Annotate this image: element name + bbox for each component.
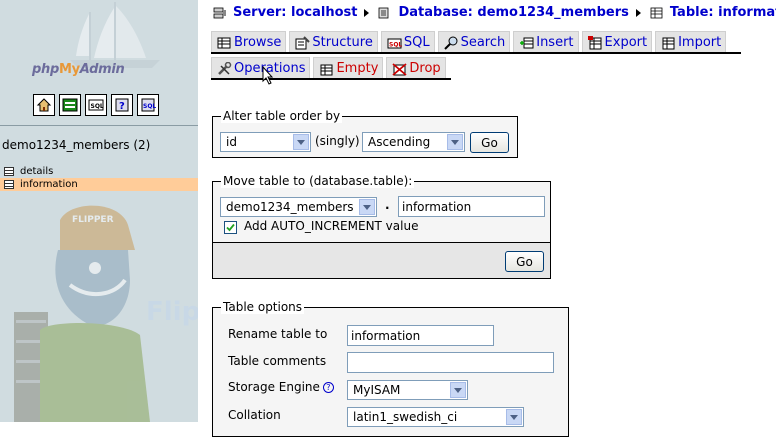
svg-text:SQL: SQL [91, 103, 104, 110]
collation-label: Collation [228, 408, 281, 422]
move-table-fieldset: Move table to (database.table): demo1234… [212, 174, 551, 243]
auto-increment-checkbox[interactable] [224, 221, 237, 234]
tab-search[interactable]: Search [437, 31, 511, 53]
svg-text:SQL: SQL [143, 103, 156, 110]
tab-underline [211, 52, 741, 54]
chevron-down-icon [293, 134, 309, 150]
tab-empty[interactable]: Empty [313, 57, 384, 79]
storage-engine-label: Storage Engine? [228, 380, 334, 394]
docs-icon[interactable]: ? [111, 94, 133, 116]
database-table-separator: . [385, 198, 390, 212]
target-database-select[interactable]: demo1234_members [220, 197, 377, 217]
empty-icon [320, 64, 333, 75]
table-tabs-row2: Operations Empty Drop [211, 57, 446, 79]
phpmyadmin-logo[interactable]: phpMyAdmin [32, 62, 125, 77]
tab-browse[interactable]: Browse [211, 31, 287, 53]
chevron-down-icon [447, 134, 463, 150]
server-icon [213, 7, 226, 18]
tab-underline [211, 78, 451, 80]
table-icon [4, 180, 14, 189]
order-direction-select[interactable]: Ascending [362, 132, 465, 152]
nav-divider [0, 125, 198, 126]
checkmark-icon [226, 223, 235, 232]
target-table-input[interactable]: information [398, 196, 545, 217]
mouse-cursor-icon [262, 66, 274, 85]
rename-table-label: Rename table to [228, 327, 328, 341]
move-table-legend: Move table to (database.table): [221, 174, 415, 188]
drop-icon [392, 62, 407, 76]
storage-engine-select[interactable]: MyISAM [347, 380, 468, 400]
tab-drop[interactable]: Drop [386, 57, 446, 79]
tab-export[interactable]: Export [581, 31, 653, 53]
database-link[interactable]: demo1234_members (2) [2, 138, 150, 152]
breadcrumb-table[interactable]: Table: information [650, 5, 776, 20]
table-tabs-row1: Browse Structure SQL SQL Search Insert E… [211, 31, 727, 53]
table-item-details[interactable]: details [0, 165, 198, 178]
sql-icon[interactable]: SQL [85, 94, 107, 116]
tab-import[interactable]: Import [655, 31, 727, 53]
database-icon [379, 7, 389, 18]
sql-docs-icon[interactable]: SQL [137, 94, 159, 116]
rename-table-input[interactable]: information [347, 325, 494, 346]
singly-label: (singly) [315, 134, 360, 148]
operations-icon [218, 61, 232, 75]
breadcrumb-database[interactable]: Database: demo1234_members [378, 5, 629, 20]
auto-increment-label[interactable]: Add AUTO_INCREMENT value [244, 219, 418, 233]
sql-icon: SQL [387, 38, 402, 48]
mascot-watermark-icon: FLIPPER FlipperHost [14, 205, 198, 422]
table-icon [650, 7, 663, 18]
tab-insert[interactable]: Insert [513, 31, 579, 53]
move-table-footer: Go [212, 242, 551, 279]
table-icon [4, 167, 14, 176]
search-icon [443, 36, 458, 50]
svg-text:?: ? [119, 101, 125, 112]
alter-order-fieldset: Alter table order by id (singly) Ascendi… [212, 109, 518, 158]
tab-structure[interactable]: Structure [289, 31, 378, 53]
alter-order-legend: Alter table order by [221, 109, 343, 123]
insert-icon [520, 37, 534, 48]
svg-text:FLIPPER: FLIPPER [72, 215, 114, 225]
tab-sql[interactable]: SQL SQL [380, 31, 435, 53]
browse-icon [217, 37, 231, 48]
svg-text:FlipperHost: FlipperHost [146, 297, 198, 327]
svg-text:SQL: SQL [389, 41, 402, 48]
help-icon[interactable]: ? [322, 382, 334, 393]
table-comments-input[interactable] [347, 352, 554, 373]
query-window-icon[interactable] [59, 94, 81, 116]
breadcrumb: Server: localhost Database: demo1234_mem… [213, 5, 776, 20]
chevron-down-icon [450, 382, 466, 398]
breadcrumb-server[interactable]: Server: localhost [213, 5, 357, 20]
alter-order-go-button[interactable]: Go [470, 132, 509, 153]
structure-icon [295, 35, 311, 49]
table-comments-label: Table comments [228, 354, 327, 368]
export-icon [587, 35, 602, 49]
table-options-fieldset: Table options Rename table to informatio… [212, 300, 569, 437]
chevron-down-icon [506, 409, 522, 425]
chevron-down-icon [359, 199, 375, 215]
collation-select[interactable]: latin1_swedish_ci [347, 407, 524, 427]
import-icon [662, 37, 675, 49]
nav-icon-bar: SQL ? SQL [33, 94, 159, 116]
table-list: details information [0, 165, 198, 191]
breadcrumb-separator-icon [364, 8, 370, 17]
table-options-legend: Table options [221, 300, 305, 314]
navigation-frame: phpMyAdmin SQL ? SQL demo1234_members (2… [0, 0, 198, 422]
order-column-select[interactable]: id [220, 132, 311, 152]
tab-operations[interactable]: Operations [211, 57, 311, 79]
main-frame: Server: localhost Database: demo1234_mem… [205, 0, 776, 437]
breadcrumb-separator-icon [635, 8, 641, 17]
home-icon[interactable] [33, 94, 55, 116]
move-table-go-button[interactable]: Go [505, 251, 544, 272]
ship-logo-icon [70, 2, 160, 68]
